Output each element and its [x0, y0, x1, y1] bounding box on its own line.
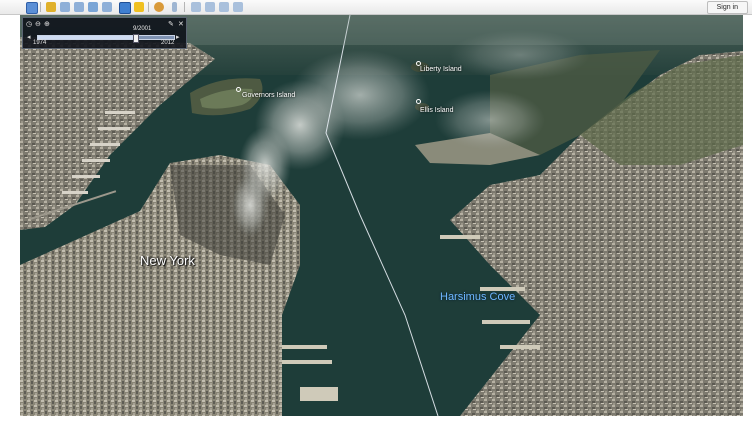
- polygon-icon[interactable]: [60, 2, 70, 12]
- placemark-icon[interactable]: [416, 99, 421, 104]
- sidebar-icon[interactable]: [26, 2, 38, 14]
- map-label-new-york: New York: [140, 253, 195, 268]
- ruler-icon[interactable]: [172, 2, 177, 12]
- overlay-icon[interactable]: [88, 2, 98, 12]
- tour-icon[interactable]: [102, 2, 112, 12]
- map-label-liberty-island: Liberty Island: [420, 66, 462, 73]
- path-icon[interactable]: [74, 2, 84, 12]
- print-icon[interactable]: [205, 2, 215, 12]
- clock-icon[interactable]: ◷: [26, 21, 32, 28]
- sun-icon[interactable]: [134, 2, 144, 12]
- time-slider-panel: ◷ ⊖ ⊕ ✎ ✕ 9/2001 ◂ ▸ 1974 2012: [22, 17, 187, 49]
- close-icon[interactable]: ✕: [178, 21, 184, 28]
- previous-arrow-icon[interactable]: ◂: [27, 33, 31, 41]
- toolbar-divider: [184, 2, 185, 12]
- time-slider-start-year: 1974: [33, 40, 47, 46]
- time-slider-fill: [38, 36, 135, 39]
- toolbar-divider: [40, 2, 41, 12]
- map-label-ellis-island: Ellis Island: [420, 107, 454, 114]
- next-arrow-icon[interactable]: ▸: [176, 33, 180, 41]
- time-slider-date: 9/2001: [133, 26, 152, 32]
- maps-icon[interactable]: [233, 2, 243, 12]
- email-icon[interactable]: [191, 2, 201, 12]
- map-viewport[interactable]: New York Governors Island Liberty Island…: [20, 15, 743, 416]
- save-image-icon[interactable]: [219, 2, 229, 12]
- history-icon[interactable]: [119, 2, 131, 14]
- placemark-icon[interactable]: [46, 2, 56, 12]
- zoom-in-icon[interactable]: ⊕: [44, 21, 50, 28]
- time-slider-end-year: 2012: [161, 40, 175, 46]
- toolbar-divider: [148, 2, 149, 12]
- time-slider-handle[interactable]: [132, 34, 139, 43]
- placemark-icon[interactable]: [236, 87, 241, 92]
- satellite-imagery: [20, 15, 743, 416]
- wrench-icon[interactable]: ✎: [168, 21, 174, 28]
- map-label-harsimus-cove: Harsimus Cove: [440, 291, 516, 303]
- map-label-governors-island: Governors Island: [242, 92, 296, 99]
- zoom-out-icon[interactable]: ⊖: [35, 21, 41, 28]
- planet-icon[interactable]: [154, 2, 164, 12]
- toolbar: Sign in: [0, 0, 752, 15]
- time-slider-track[interactable]: [37, 34, 175, 43]
- sign-in-button[interactable]: Sign in: [706, 1, 748, 14]
